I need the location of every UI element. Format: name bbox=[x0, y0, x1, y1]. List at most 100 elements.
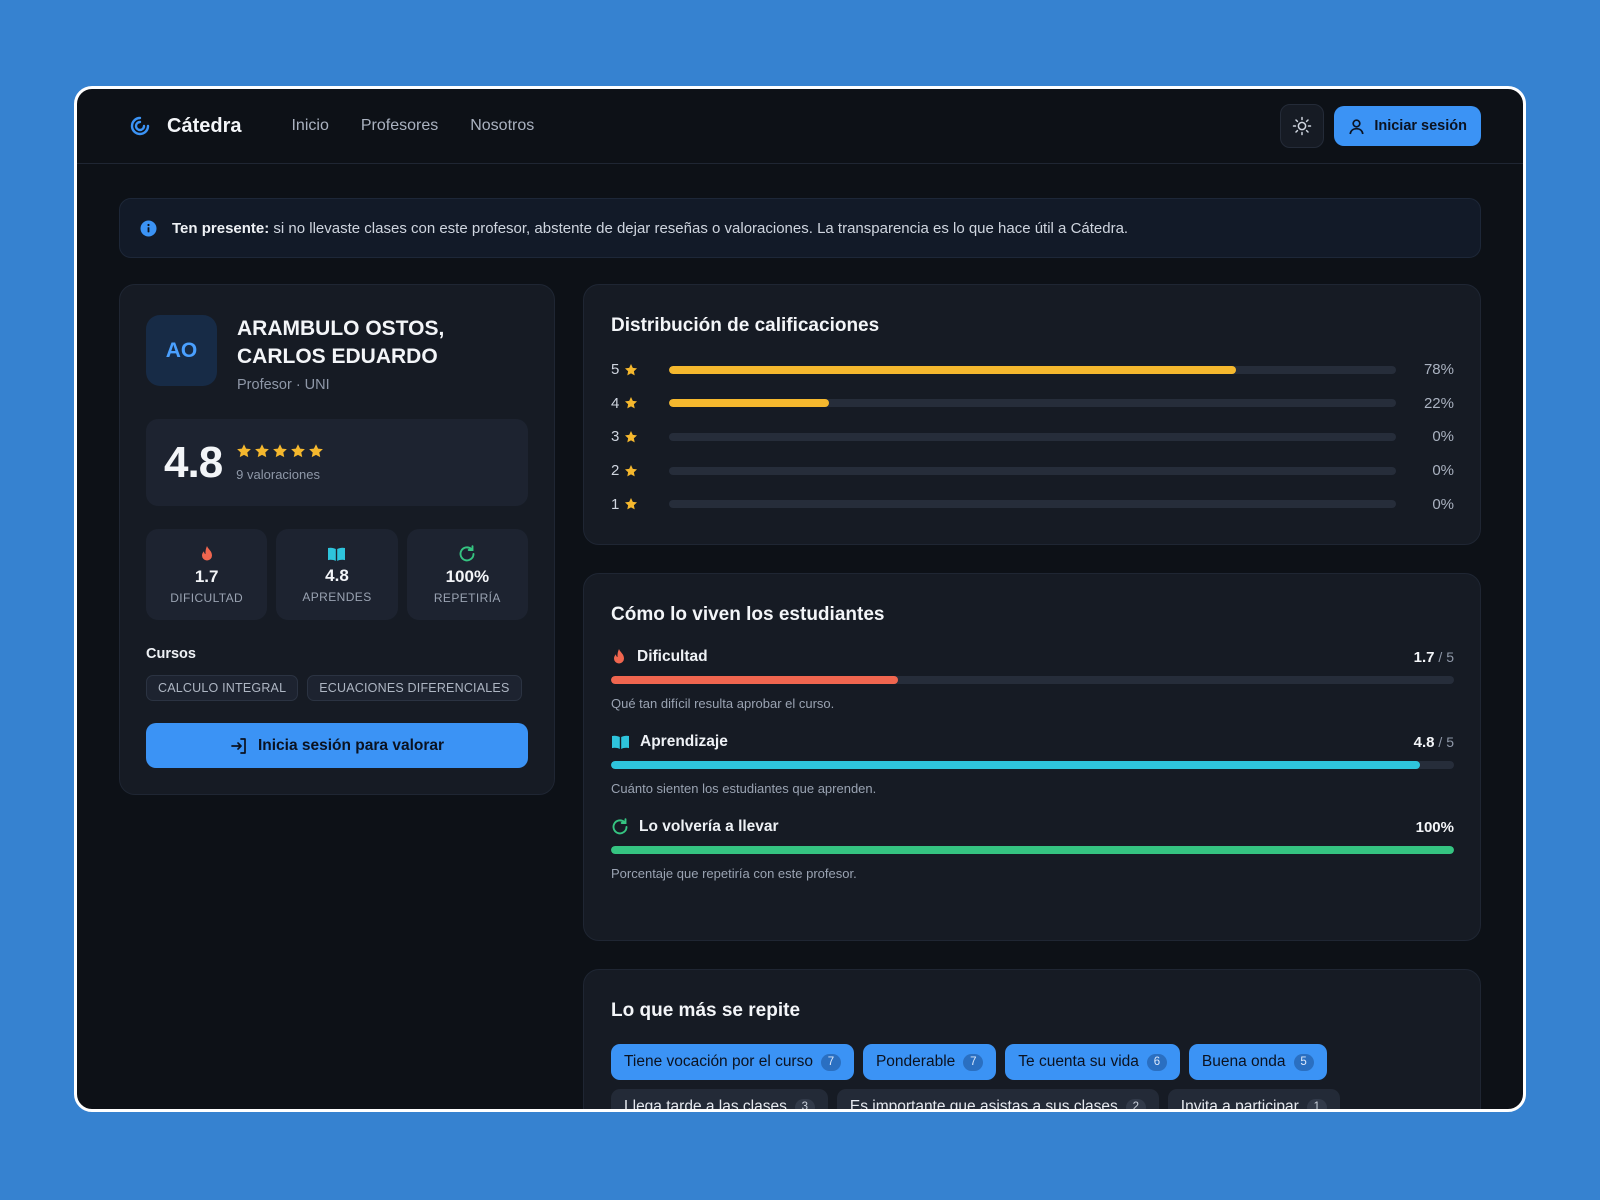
theme-toggle-button[interactable] bbox=[1280, 104, 1325, 148]
tag-chip[interactable]: Tiene vocación por el curso 7 bbox=[611, 1044, 854, 1080]
course-tag[interactable]: CALCULO INTEGRAL bbox=[146, 675, 299, 701]
distribution-bar-track bbox=[669, 432, 1396, 441]
distribution-percent: 0% bbox=[1432, 428, 1454, 446]
stat-label: APRENDES bbox=[302, 589, 372, 604]
stat-label: REPETIRÍA bbox=[433, 590, 501, 605]
tag-chip-label: Tiene vocación por el curso bbox=[624, 1053, 813, 1070]
experience-description: Cuánto sienten los estudiantes que apren… bbox=[611, 781, 877, 796]
distribution-row: 5 78% bbox=[611, 353, 1454, 387]
tag-chip-count: 1 bbox=[1306, 1098, 1327, 1109]
avatar: AO bbox=[146, 315, 217, 386]
brand-name: Cátedra bbox=[167, 114, 242, 137]
notice-text: Ten presente: si no llevaste clases con … bbox=[172, 220, 1128, 237]
nav-item-profesores[interactable]: Profesores bbox=[361, 117, 438, 135]
tag-chip-count: 6 bbox=[1146, 1053, 1167, 1071]
experience-title: Cómo lo viven los estudiantes bbox=[611, 604, 885, 625]
tag-chip[interactable]: Ponderable 7 bbox=[862, 1044, 997, 1080]
login-to-rate-button[interactable]: Inicia sesión para valorar bbox=[146, 723, 528, 768]
star-count: 4 bbox=[611, 394, 620, 412]
stat-repeat: 100% REPETIRÍA bbox=[406, 529, 528, 620]
book-icon bbox=[611, 734, 630, 750]
notice-bold: Ten presente: bbox=[172, 219, 270, 237]
star-icon bbox=[624, 497, 638, 511]
tag-chip[interactable]: Llega tarde a las clases 3 bbox=[611, 1089, 828, 1109]
rating-value: 4.8 bbox=[164, 437, 223, 487]
logo-icon bbox=[129, 115, 151, 137]
distribution-star-label: 5 bbox=[611, 361, 669, 378]
experience-score-scale: / 5 bbox=[1434, 648, 1454, 665]
info-icon bbox=[140, 220, 157, 237]
stat-learning: 4.8 APRENDES bbox=[276, 529, 398, 620]
experience-description: Qué tan difícil resulta aprobar el curso… bbox=[611, 696, 835, 711]
repeats-title: Lo que más se repite bbox=[611, 1000, 801, 1021]
star-icon bbox=[291, 444, 306, 458]
experience-bar-track bbox=[611, 846, 1454, 854]
info-notice: Ten presente: si no llevaste clases con … bbox=[119, 198, 1481, 258]
experience-score-scale: / 5 bbox=[1434, 733, 1454, 750]
experience-item: Aprendizaje 4.8 / 5 Cuánto sienten los e… bbox=[611, 733, 1454, 796]
overall-rating: 4.8 9 valoraciones bbox=[146, 419, 528, 506]
stat-value: 4.8 bbox=[325, 565, 349, 585]
distribution-bar-track bbox=[669, 466, 1396, 475]
experience-bar bbox=[611, 676, 898, 684]
brand[interactable]: Cátedra bbox=[129, 115, 241, 138]
nav-item-inicio[interactable]: Inicio bbox=[291, 117, 328, 135]
distribution-row: 1 0% bbox=[611, 487, 1454, 521]
tag-chip-label: Te cuenta su vida bbox=[1018, 1053, 1139, 1070]
right-column: Distribución de calificaciones 5 78% 4 2… bbox=[583, 284, 1481, 1112]
login-button[interactable]: Iniciar sesión bbox=[1334, 106, 1481, 146]
experience-name: Lo volvería a llevar bbox=[639, 818, 779, 835]
left-column: AO ARAMBULO OSTOS, CARLOS EDUARDO Profes… bbox=[119, 284, 555, 1109]
sun-icon bbox=[1292, 116, 1312, 136]
distribution-row: 2 0% bbox=[611, 454, 1454, 488]
sign-in-icon bbox=[230, 737, 248, 755]
experience-item: Dificultad 1.7 / 5 Qué tan difícil resul… bbox=[611, 648, 1454, 711]
main-content: Ten presente: si no llevaste clases con … bbox=[77, 164, 1523, 1112]
star-count: 5 bbox=[611, 361, 620, 379]
distribution-bar-track bbox=[669, 399, 1396, 408]
experience-bar-track bbox=[611, 761, 1454, 769]
star-icon bbox=[624, 464, 638, 478]
experience-name: Aprendizaje bbox=[640, 733, 728, 750]
star-count: 1 bbox=[611, 495, 620, 513]
tag-chip-label: Buena onda bbox=[1201, 1053, 1286, 1070]
tag-chip[interactable]: Invita a participar 1 bbox=[1167, 1089, 1340, 1109]
distribution-star-label: 3 bbox=[611, 428, 669, 445]
star-count: 2 bbox=[611, 462, 620, 480]
experience-bar-track bbox=[611, 676, 1454, 684]
experience-score-value: 1.7 bbox=[1413, 648, 1435, 666]
courses-title: Cursos bbox=[146, 646, 196, 662]
distribution-row: 4 22% bbox=[611, 387, 1454, 421]
common-tags-card: Lo que más se repite Tiene vocación por … bbox=[583, 969, 1481, 1112]
experience-score-value: 4.8 bbox=[1413, 733, 1435, 751]
course-tag[interactable]: ECUACIONES DIFERENCIALES bbox=[307, 675, 522, 701]
experience-bar bbox=[611, 846, 1454, 854]
distribution-bar-track bbox=[669, 500, 1396, 509]
stat-difficulty: 1.7 DIFICULTAD bbox=[146, 529, 268, 620]
stat-value: 1.7 bbox=[194, 566, 219, 586]
star-icon bbox=[624, 396, 638, 410]
distribution-title: Distribución de calificaciones bbox=[611, 315, 880, 336]
flame-icon bbox=[199, 545, 215, 563]
tag-chip-label: Ponderable bbox=[875, 1053, 956, 1070]
refresh-icon bbox=[458, 544, 476, 563]
tag-chip[interactable]: Buena onda 5 bbox=[1188, 1044, 1327, 1080]
professor-card: AO ARAMBULO OSTOS, CARLOS EDUARDO Profes… bbox=[119, 284, 555, 795]
stat-value: 100% bbox=[445, 566, 490, 586]
tag-chip-label: Es importante que asistas a sus clases bbox=[849, 1098, 1118, 1112]
tag-chip[interactable]: Te cuenta su vida 6 bbox=[1005, 1044, 1180, 1080]
nav-item-nosotros[interactable]: Nosotros bbox=[470, 117, 534, 135]
star-icon bbox=[309, 444, 324, 458]
notice-body: si no llevaste clases con este profesor,… bbox=[269, 219, 1129, 237]
rating-distribution-card: Distribución de calificaciones 5 78% 4 2… bbox=[583, 284, 1481, 545]
distribution-percent: 0% bbox=[1432, 495, 1454, 513]
book-icon bbox=[327, 546, 346, 562]
mini-stats: 1.7 DIFICULTAD 4.8 APRENDES 100% REPETIR… bbox=[146, 529, 528, 620]
tag-chip[interactable]: Es importante que asistas a sus clases 2 bbox=[836, 1089, 1159, 1112]
tag-chip-count: 2 bbox=[1125, 1098, 1146, 1109]
distribution-bar bbox=[669, 365, 1237, 374]
experience-item: Lo volvería a llevar 100% Porcentaje que… bbox=[611, 818, 1454, 881]
app-window: Cátedra Inicio Profesores Nosotros Inici… bbox=[74, 86, 1526, 1112]
distribution-percent: 78% bbox=[1423, 361, 1454, 379]
experience-items: Dificultad 1.7 / 5 Qué tan difícil resul… bbox=[611, 648, 1454, 881]
